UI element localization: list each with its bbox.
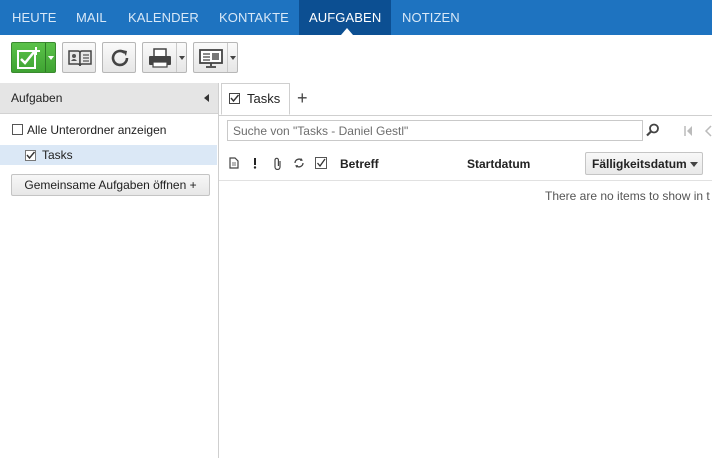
open-shared-tasks-button[interactable]: Gemeinsame Aufgaben öffnen + xyxy=(11,174,210,196)
refresh-icon xyxy=(111,49,129,67)
folder-item-tasks[interactable]: Tasks xyxy=(0,145,217,165)
address-book-button[interactable] xyxy=(62,42,96,73)
folder-pane-title: Aufgaben xyxy=(11,91,63,105)
add-tab-icon[interactable]: + xyxy=(297,88,308,108)
collapse-pane-icon[interactable] xyxy=(204,94,209,102)
view-button[interactable] xyxy=(193,42,238,73)
folder-pane-header: Aufgaben xyxy=(0,83,218,114)
printer-icon xyxy=(149,48,171,68)
attachment-icon[interactable] xyxy=(273,157,283,170)
importance-icon[interactable] xyxy=(252,157,258,169)
search-placeholder: Suche von "Tasks - Daniel Gestl" xyxy=(233,124,409,138)
first-page-icon[interactable] xyxy=(683,125,712,137)
tab-checkbox-icon xyxy=(229,93,240,104)
new-task-button[interactable] xyxy=(11,42,56,73)
tab-tasks[interactable]: Tasks xyxy=(221,83,290,115)
folder-pane: Aufgaben Alle Unterordner anzeigen Tasks… xyxy=(0,83,219,458)
checkbox-icon[interactable] xyxy=(12,124,23,135)
document-icon[interactable] xyxy=(229,157,239,169)
refresh-button[interactable] xyxy=(102,42,136,73)
print-dropdown-icon[interactable] xyxy=(176,43,186,72)
column-due-date[interactable]: Fälligkeitsdatum xyxy=(585,152,703,175)
search-input[interactable]: Suche von "Tasks - Daniel Gestl" xyxy=(227,120,643,141)
completed-checkbox-icon[interactable] xyxy=(315,157,327,169)
nav-notizen[interactable]: NOTIZEN xyxy=(402,0,460,35)
top-navigation: HEUTE MAIL KALENDER KONTAKTE AUFGABEN NO… xyxy=(0,0,712,35)
nav-kalender[interactable]: KALENDER xyxy=(128,0,199,35)
folder-checkbox-icon[interactable] xyxy=(25,150,36,161)
reading-pane-icon xyxy=(199,49,223,68)
check-icon xyxy=(26,151,35,160)
folder-label: Tasks xyxy=(42,148,73,162)
active-tab-indicator xyxy=(341,28,353,35)
print-button[interactable] xyxy=(142,42,187,73)
tab-strip: Tasks + xyxy=(219,83,712,116)
nav-mail[interactable]: MAIL xyxy=(76,0,107,35)
show-subfolders-label: Alle Unterordner anzeigen xyxy=(27,123,167,137)
nav-kontakte[interactable]: KONTAKTE xyxy=(219,0,289,35)
search-bar: Suche von "Tasks - Daniel Gestl" xyxy=(219,116,712,146)
due-date-label: Fälligkeitsdatum xyxy=(592,157,687,171)
new-task-dropdown-icon[interactable] xyxy=(45,43,55,72)
address-book-icon xyxy=(68,50,92,67)
empty-list-message: There are no items to show in t xyxy=(545,189,710,203)
column-header-row: Betreff Startdatum Fälligkeitsdatum xyxy=(219,147,712,181)
new-task-icon xyxy=(17,47,40,69)
check-icon xyxy=(230,94,239,103)
view-dropdown-icon[interactable] xyxy=(227,43,237,72)
nav-heute[interactable]: HEUTE xyxy=(12,0,57,35)
toolbar xyxy=(0,35,712,83)
column-start-date[interactable]: Startdatum xyxy=(467,157,530,171)
search-icon[interactable] xyxy=(646,123,660,137)
recurrence-icon[interactable] xyxy=(293,157,305,169)
tab-label: Tasks xyxy=(247,91,281,106)
sort-descending-icon xyxy=(690,162,698,167)
column-subject[interactable]: Betreff xyxy=(340,157,379,171)
